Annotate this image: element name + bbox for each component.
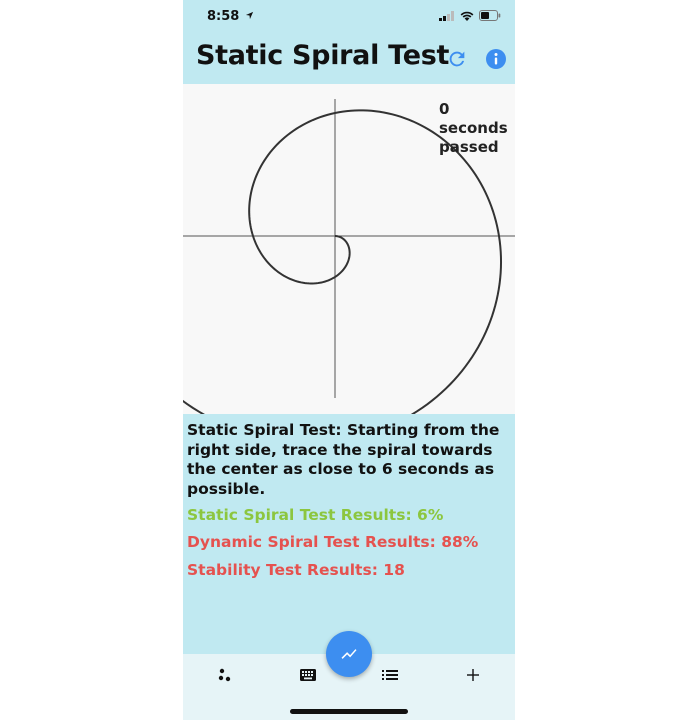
signal-icon (439, 10, 454, 21)
nav-item-keyboard[interactable] (293, 664, 323, 686)
battery-icon (479, 10, 501, 21)
info-icon (486, 49, 506, 69)
nav-item-dots[interactable] (210, 664, 240, 686)
wifi-icon (460, 11, 474, 21)
timer-unit: seconds (439, 119, 508, 137)
static-spiral-result: Static Spiral Test Results: 6% (187, 506, 444, 524)
app-bar: Static Spiral Test (183, 34, 515, 84)
timer-value: 0 (439, 100, 450, 118)
phone-screen: 8:58 Static Spiral Test 0 seconds passed… (183, 0, 515, 720)
trend-chart-icon (341, 649, 357, 659)
home-indicator (290, 709, 408, 714)
nav-item-add[interactable] (458, 664, 488, 686)
refresh-icon (449, 51, 465, 67)
plus-icon (467, 669, 479, 681)
info-button[interactable] (483, 46, 509, 72)
timer-suffix: passed (439, 138, 499, 156)
timer-label: 0 seconds passed (439, 100, 515, 157)
status-time-text: 8:58 (207, 9, 240, 24)
location-arrow-icon (245, 11, 253, 20)
trend-fab-button[interactable] (326, 631, 372, 677)
status-bar: 8:58 (183, 0, 515, 34)
instructions-text: Static Spiral Test: Starting from the ri… (187, 421, 500, 498)
list-icon (382, 670, 398, 680)
keyboard-icon (300, 669, 316, 681)
page-title: Static Spiral Test (196, 40, 450, 71)
dots-icon (218, 668, 231, 682)
nav-item-list[interactable] (375, 664, 405, 686)
spiral-drawing-canvas[interactable]: 0 seconds passed (183, 84, 515, 414)
status-icons (439, 10, 501, 21)
stability-result: Stability Test Results: 18 (187, 561, 405, 579)
refresh-button[interactable] (444, 46, 470, 72)
status-time: 8:58 (207, 9, 254, 24)
dynamic-spiral-result: Dynamic Spiral Test Results: 88% (187, 533, 479, 551)
